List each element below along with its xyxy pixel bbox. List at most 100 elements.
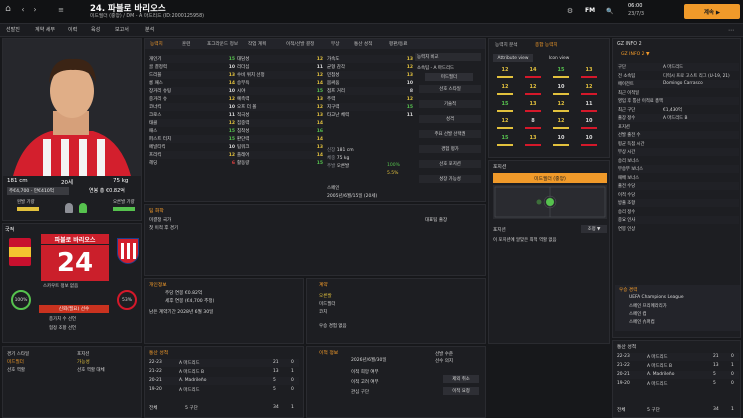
attribute-value: 12 — [316, 56, 323, 62]
attribute-value: 10 — [228, 104, 235, 110]
career-cell: 0 — [291, 378, 294, 383]
nav-item-history[interactable]: 이력 — [68, 26, 77, 33]
attribute-label: 침착성 — [237, 129, 250, 134]
search-icon[interactable]: 🔍 — [605, 6, 615, 16]
career-cell: 22-23 — [149, 360, 162, 365]
tab-training[interactable]: 훈련 — [182, 41, 190, 47]
back-icon[interactable]: ‹ — [18, 4, 28, 14]
trophy-item: 스페인 프리메라리가 — [629, 304, 667, 309]
attribute-row: 개인기 15 — [149, 55, 235, 63]
career-cell: A 마드리드 B — [647, 364, 672, 369]
attribute-label: 패스 — [149, 129, 158, 134]
career-cell: 5 — [273, 378, 276, 383]
position-role-button[interactable]: 미드필더 (중앙) — [493, 173, 607, 183]
attribute-row: 장거리 슈팅 10 — [149, 87, 235, 95]
game-date: 23/7/3 — [628, 11, 645, 17]
info2-label: 연봉 인상 — [618, 226, 636, 232]
tab-career[interactable]: 통산 성적 — [354, 41, 372, 47]
transfer-request-button[interactable]: 이적 요청 — [443, 387, 479, 395]
tab-overall[interactable]: 종합 능력치 — [535, 42, 558, 48]
nav-item-analysis[interactable]: 분석 — [145, 26, 154, 33]
info-height: 신장 181 cm — [327, 148, 354, 153]
foot-right-label: 오른발 기량 — [113, 200, 135, 205]
attribute-value: 14 — [316, 136, 323, 142]
continue-button[interactable]: 계속 ▶ — [684, 4, 740, 19]
info2-row: 평균 득점 시간 — [617, 140, 739, 148]
pitch-diagram — [493, 185, 607, 219]
tab-injury[interactable]: 부상 — [331, 41, 339, 47]
attribute-label: 승부욕 — [237, 81, 250, 86]
icon-view-button[interactable]: Icon view — [541, 54, 577, 62]
compare-bar — [497, 76, 513, 78]
attribute-label: 수비 위치 선정 — [237, 73, 265, 78]
info2-label: 출전 수당 — [618, 184, 636, 189]
forward-icon[interactable]: › — [30, 4, 40, 14]
tab-plan[interactable]: 작업 계획 — [248, 41, 266, 47]
info2-row: 구단 A 마드리드 — [617, 63, 739, 71]
info2-link[interactable]: GZ INFO 2 ▼ — [621, 52, 650, 57]
attribute-view-button[interactable]: Attribute view — [493, 54, 533, 62]
compare-bar — [553, 76, 569, 78]
nav-item-development[interactable]: 육성 — [91, 26, 100, 33]
info-country: 스페인 — [327, 186, 340, 191]
info2-value: A 마드리드 B — [663, 116, 688, 121]
attribute-value: 11 — [228, 112, 235, 118]
compare-panel: 능력치 분석 종합 능력치 Attribute view Icon view 1… — [488, 38, 610, 158]
transfer-row2: 이적 고려 여부 — [351, 380, 379, 385]
home-icon[interactable]: ⌂ — [3, 4, 13, 14]
transfer-left: 선발 수준 — [435, 352, 453, 357]
career-cell: 0 — [731, 354, 734, 359]
career-right-total-club: 5 구단 — [647, 408, 660, 413]
attribute-row: 가속도 13 — [327, 55, 413, 63]
attribute-row: 골 결정력 10 — [149, 63, 235, 71]
attribute-value: 12 — [228, 96, 235, 102]
adjust-button[interactable]: 조정 ▼ — [581, 225, 607, 233]
style-label1: 경기 스타일 — [7, 352, 30, 357]
info2-label: 부상 시간 — [618, 150, 636, 155]
nav-item-reports[interactable]: 보고서 — [115, 26, 129, 33]
tab-transfer[interactable]: 이적/선발 결정 — [286, 41, 314, 47]
attribute-row: 타고난 체력 11 — [327, 111, 413, 119]
info2-row: 승리 보너스 — [617, 157, 739, 165]
info2-label: 방출 조항 — [618, 201, 636, 206]
attribute-value: 12 — [316, 72, 323, 78]
tab-foreground[interactable]: 포그라운드 정보 — [207, 41, 238, 47]
career-total-label: 전체 — [149, 406, 158, 411]
settings-icon[interactable]: ⚙ — [565, 6, 575, 16]
team-chem-panel: 팀 화학 미결정 국가 첫 이적 후 경기 대표팀 출장 — [144, 204, 486, 276]
ability-compare-select[interactable]: 능력치 비교 — [415, 53, 481, 61]
contract-sub2: 코치 — [319, 310, 328, 315]
tab-reputation[interactable]: 평판/동료 — [389, 41, 407, 47]
chem-row: 미결정 국가 — [149, 218, 172, 223]
compare-bar — [525, 93, 541, 95]
exclude-cancel-button[interactable]: 제외 취소 — [443, 375, 479, 383]
attribute-row: 몸싸움 10 — [327, 79, 413, 87]
transfer-row1: 이적 희망 여부 — [351, 370, 379, 375]
transfer-title: 이적 정보 — [319, 351, 339, 356]
attribute-value: 12 — [406, 64, 413, 70]
attribute-label: 중거리 슈 — [149, 97, 167, 102]
more-icon[interactable]: ⋯ — [725, 25, 737, 36]
attribute-row: 시야 15 — [237, 87, 323, 95]
attribute-value: 8 — [409, 88, 413, 94]
nation-title: 국적 — [5, 227, 15, 233]
attribute-label: 오프 더 볼 — [237, 105, 257, 110]
info2-label: 패배 보너스 — [618, 175, 640, 181]
career-cell: A. Madrileño — [179, 378, 207, 383]
tab-attributes[interactable]: 능력치 — [150, 41, 163, 47]
attribute-label: 예측력 — [237, 97, 250, 102]
attribute-row: 리더십 11 — [237, 63, 323, 71]
nav-item-squad[interactable]: 선발진 — [6, 26, 20, 33]
attribute-label: 골 결정력 — [149, 65, 167, 70]
nav-item-contract[interactable]: 계약 세부 — [35, 26, 55, 33]
contract-label: 오른발 — [319, 294, 332, 299]
attribute-row: 승부욕 14 — [237, 79, 323, 87]
side-detail-row: 성장 가능성 — [419, 175, 481, 183]
info2-label: 영입 후 통산 이적료 총액 — [618, 99, 663, 104]
position-title: 포지션 — [493, 165, 507, 170]
tab-attr-analysis[interactable]: 능력치 분석 — [495, 42, 518, 48]
menu-icon[interactable]: ≡ — [56, 5, 66, 15]
attribute-row: 퍼스트 터치 15 — [149, 135, 235, 143]
info2-panel: GZ INFO 2 GZ INFO 2 ▼ 구단 A 마드리드 전 소속팀 디럭시 프… — [612, 38, 741, 338]
style-label2: 포지션 — [77, 352, 90, 357]
